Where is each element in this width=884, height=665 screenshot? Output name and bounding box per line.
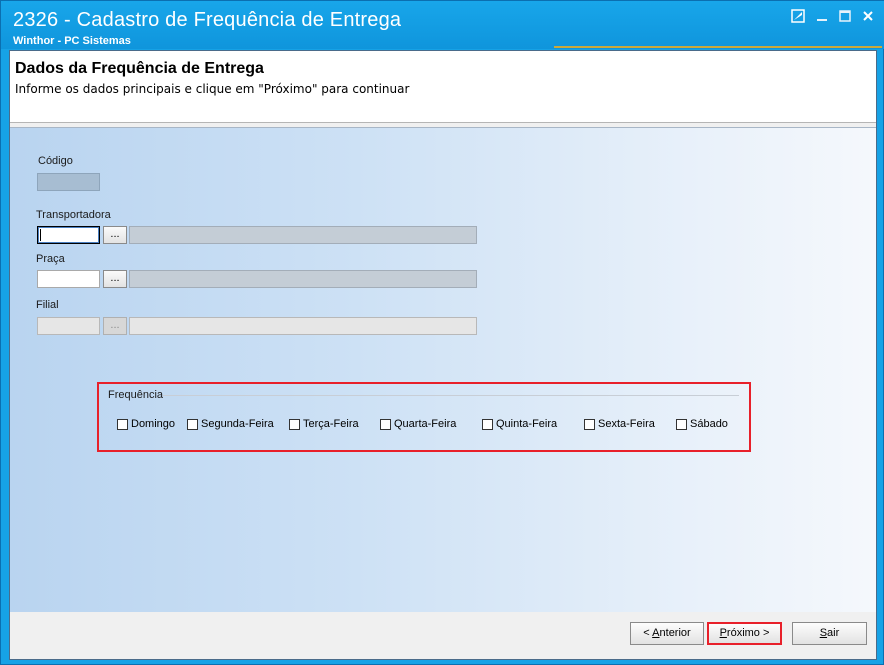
filial-label: Filial [36, 299, 59, 311]
transportadora-description-field [129, 226, 477, 244]
sair-label: air [827, 627, 840, 639]
checkbox-quinta-feira[interactable]: Quinta-Feira [482, 417, 557, 431]
checkbox-box[interactable] [187, 418, 198, 430]
anterior-prefix: < [643, 627, 653, 639]
wizard-header: Dados da Frequência de Entrega Informe o… [10, 51, 876, 123]
checkbox-segunda-feira[interactable]: Segunda-Feira [187, 417, 274, 431]
filial-search-button: ... [103, 317, 127, 335]
codigo-field [37, 173, 100, 191]
proximo-button[interactable]: Próximo > [707, 622, 782, 645]
filial-description-field [129, 317, 477, 335]
checkbox-sexta-feira[interactable]: Sexta-Feira [584, 417, 655, 431]
window-subtitle: Winthor - PC Sistemas [13, 35, 131, 47]
proximo-mnemonic: P [719, 627, 727, 639]
checkbox-label: Domingo [131, 418, 176, 430]
sair-button[interactable]: Sair [792, 622, 867, 645]
wizard-footer: < Anterior Próximo > Sair [10, 612, 876, 659]
checkbox-box[interactable] [676, 418, 687, 430]
checkbox-box[interactable] [289, 418, 300, 430]
praca-description-field [129, 270, 477, 288]
checkbox-label: Quarta-Feira [394, 418, 457, 430]
wizard-content: Dados da Frequência de Entrega Informe o… [9, 50, 877, 660]
checkbox-box[interactable] [380, 418, 391, 430]
checkbox-box[interactable] [584, 418, 595, 430]
checkbox-label: Sábado [690, 418, 728, 430]
checkbox-box[interactable] [482, 418, 493, 430]
codigo-label: Código [38, 155, 73, 167]
proximo-label: róximo > [726, 627, 770, 639]
sair-mnemonic: S [819, 627, 828, 639]
anterior-mnemonic: A [652, 627, 660, 639]
praca-search-button[interactable]: ... [103, 270, 127, 288]
checkbox-terca-feira[interactable]: Terça-Feira [289, 417, 359, 431]
page-instructions: Informe os dados principais e clique em … [15, 82, 410, 96]
praca-code-input[interactable] [37, 270, 100, 288]
edit-icon[interactable] [790, 9, 806, 25]
application-window: 2326 - Cadastro de Frequência de Entrega… [0, 0, 884, 665]
checkbox-label: Terça-Feira [303, 418, 359, 430]
window-title: 2326 - Cadastro de Frequência de Entrega [13, 9, 402, 31]
transportadora-search-button[interactable]: ... [103, 226, 127, 244]
text-cursor [40, 229, 41, 241]
checkbox-domingo[interactable]: Domingo [117, 417, 175, 431]
frequencia-group: Frequência Domingo Segunda-Feira Terça-F… [97, 382, 751, 452]
checkbox-label: Segunda-Feira [201, 418, 274, 430]
frequencia-title: Frequência [108, 389, 164, 401]
maximize-icon[interactable] [837, 9, 853, 25]
close-icon[interactable] [860, 9, 876, 25]
anterior-label: nterior [659, 627, 691, 639]
transportadora-code-input[interactable] [37, 226, 100, 244]
page-title: Dados da Frequência de Entrega [15, 60, 264, 77]
title-accent-line [554, 46, 882, 48]
checkbox-label: Quinta-Feira [496, 418, 558, 430]
anterior-button[interactable]: < Anterior [630, 622, 704, 645]
checkbox-quarta-feira[interactable]: Quarta-Feira [380, 417, 456, 431]
group-divider [163, 395, 739, 396]
filial-code-input [37, 317, 100, 335]
checkbox-label: Sexta-Feira [598, 418, 655, 430]
checkbox-box[interactable] [117, 418, 128, 430]
checkbox-sabado[interactable]: Sábado [676, 417, 728, 431]
minimize-icon[interactable] [814, 9, 830, 25]
praca-label: Praça [36, 253, 65, 265]
transportadora-label: Transportadora [36, 209, 111, 221]
form-panel: Código Transportadora ... Praça ... Fili… [10, 127, 876, 613]
title-bar[interactable]: 2326 - Cadastro de Frequência de Entrega… [1, 1, 884, 49]
